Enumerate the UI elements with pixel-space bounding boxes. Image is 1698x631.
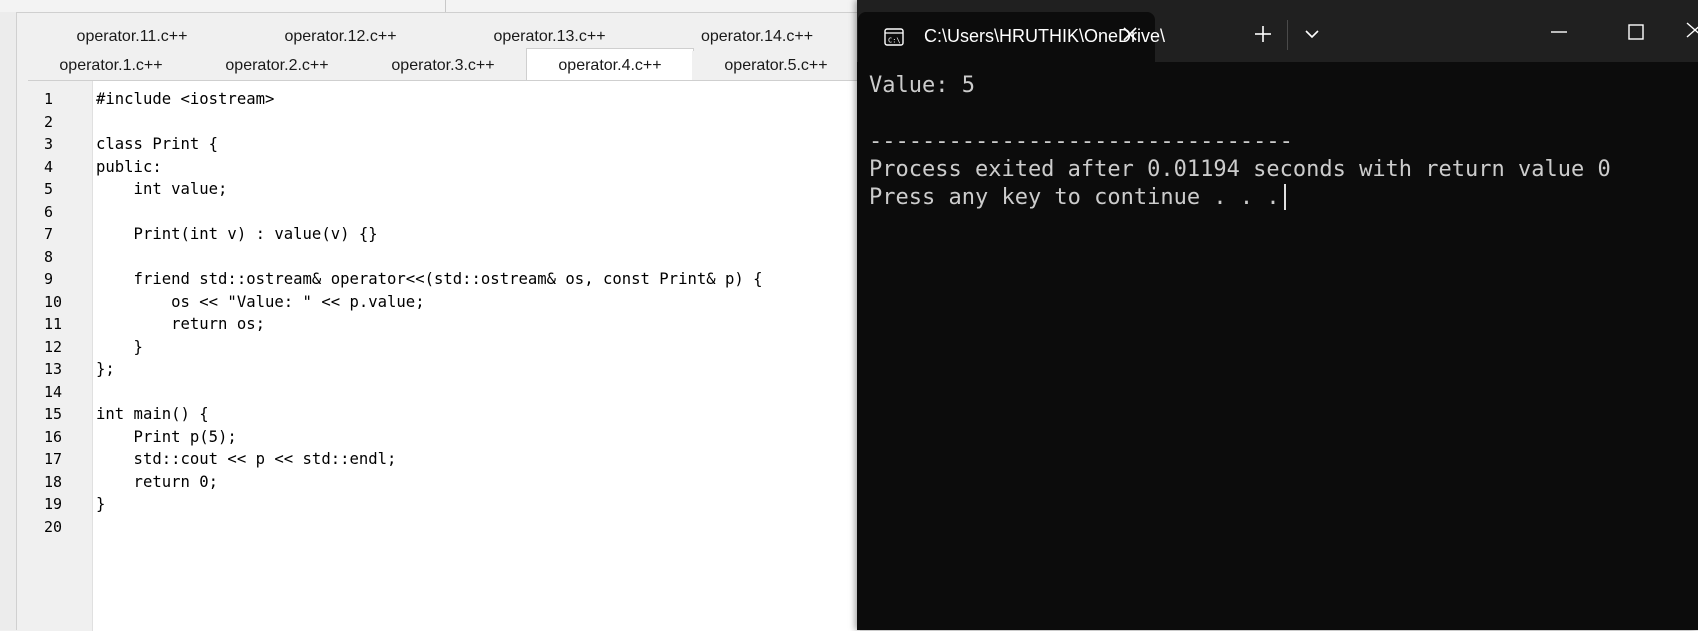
code-editor[interactable]: 1 2 3 4 5 6 7 8 9 10 11 12 13 14 15 16 1… [28,80,860,631]
line-number: 3 [44,135,54,153]
tab-operator-11[interactable]: operator.11.c++ [28,22,237,52]
svg-text:C:\: C:\ [888,37,901,45]
line-number: 10 [44,292,63,311]
tab-label: operator.5.c++ [724,57,828,74]
terminal-titlebar[interactable]: C:\ C:\Users\HRUTHIK\OneDrive\ [857,0,1698,62]
code-line: #include <iostream> [96,90,275,108]
line-number: 9 [44,270,54,288]
console-icon: C:\ [884,28,904,46]
output-separator: -------------------------------- [869,129,1293,154]
titlebar-divider [1287,20,1288,50]
close-tab-icon[interactable] [1120,24,1140,44]
code-line: } [96,337,143,356]
output-line-prompt: Press any key to continue . . . [869,184,1286,212]
line-number: 5 [44,180,54,198]
line-number: 18 [44,472,63,491]
tab-label: operator.14.c++ [700,28,814,45]
minimize-icon[interactable] [1547,22,1571,42]
output-line: Value: 5 [869,73,975,98]
code-line: class Print { [96,135,219,153]
tab-operator-3[interactable]: operator.3.c++ [360,51,527,81]
code-line: } [96,495,106,513]
maximize-icon[interactable] [1623,22,1647,42]
tab-label: operator.2.c++ [225,57,329,74]
code-line: int value; [96,180,228,198]
close-window-icon[interactable] [1685,20,1698,40]
tab-label: operator.3.c++ [391,57,495,74]
chevron-down-icon[interactable] [1303,27,1321,41]
tab-operator-2[interactable]: operator.2.c++ [194,51,361,81]
code-line: friend std::ostream& operator<<(std::ost… [96,270,763,288]
code-line: return os; [96,315,265,333]
line-number-gutter: 1 2 3 4 5 6 7 8 9 10 11 12 13 14 15 16 1… [28,81,93,631]
code-line: Print p(5); [96,427,237,446]
tab-operator-5[interactable]: operator.5.c++ [692,51,861,81]
tab-label: operator.11.c++ [76,28,188,45]
terminal-window[interactable]: C:\ C:\Users\HRUTHIK\OneDrive\ Value: 5 … [857,0,1698,630]
code-line: os << "Value: " << p.value; [96,292,425,311]
line-number: 19 [44,495,63,513]
line-number: 20 [44,517,63,536]
line-number: 6 [44,202,54,221]
line-number: 4 [44,157,54,176]
text-cursor [1283,184,1286,210]
line-number: 7 [44,225,54,243]
line-number: 13 [44,360,63,378]
code-line: }; [96,360,115,378]
tab-label: operator.4.c++ [558,56,662,74]
line-number: 1 [44,90,54,108]
tab-label: operator.1.c++ [59,57,163,74]
line-number: 2 [44,112,54,131]
output-line: Process exited after 0.01194 seconds wit… [869,157,1611,182]
code-line: int main() { [96,405,209,423]
line-number: 16 [44,427,63,446]
code-line: std::cout << p << std::endl; [96,450,397,468]
line-number: 12 [44,337,63,356]
tab-label: operator.12.c++ [284,28,397,45]
code-line: public: [96,157,162,176]
code-line: return 0; [96,472,219,491]
ide-top-strip [0,0,860,13]
code-line: Print(int v) : value(v) {} [96,225,378,243]
ide-side-panel [0,12,17,630]
tab-operator-12[interactable]: operator.12.c++ [236,22,446,52]
prompt-text: Press any key to continue . . . [869,185,1280,210]
tab-operator-1[interactable]: operator.1.c++ [28,51,195,81]
terminal-tab[interactable]: C:\ C:\Users\HRUTHIK\OneDrive\ [858,12,1165,62]
line-number: 14 [44,382,63,401]
new-tab-plus-icon[interactable] [1253,24,1273,44]
ide-window: operator.11.c++ operator.12.c++ operator… [0,0,861,631]
line-number: 15 [44,405,63,423]
line-number: 17 [44,450,63,468]
tab-operator-4-active[interactable]: operator.4.c++ [526,48,694,82]
tab-label: operator.13.c++ [493,28,606,45]
line-number: 11 [44,315,63,333]
line-number: 8 [44,247,54,266]
